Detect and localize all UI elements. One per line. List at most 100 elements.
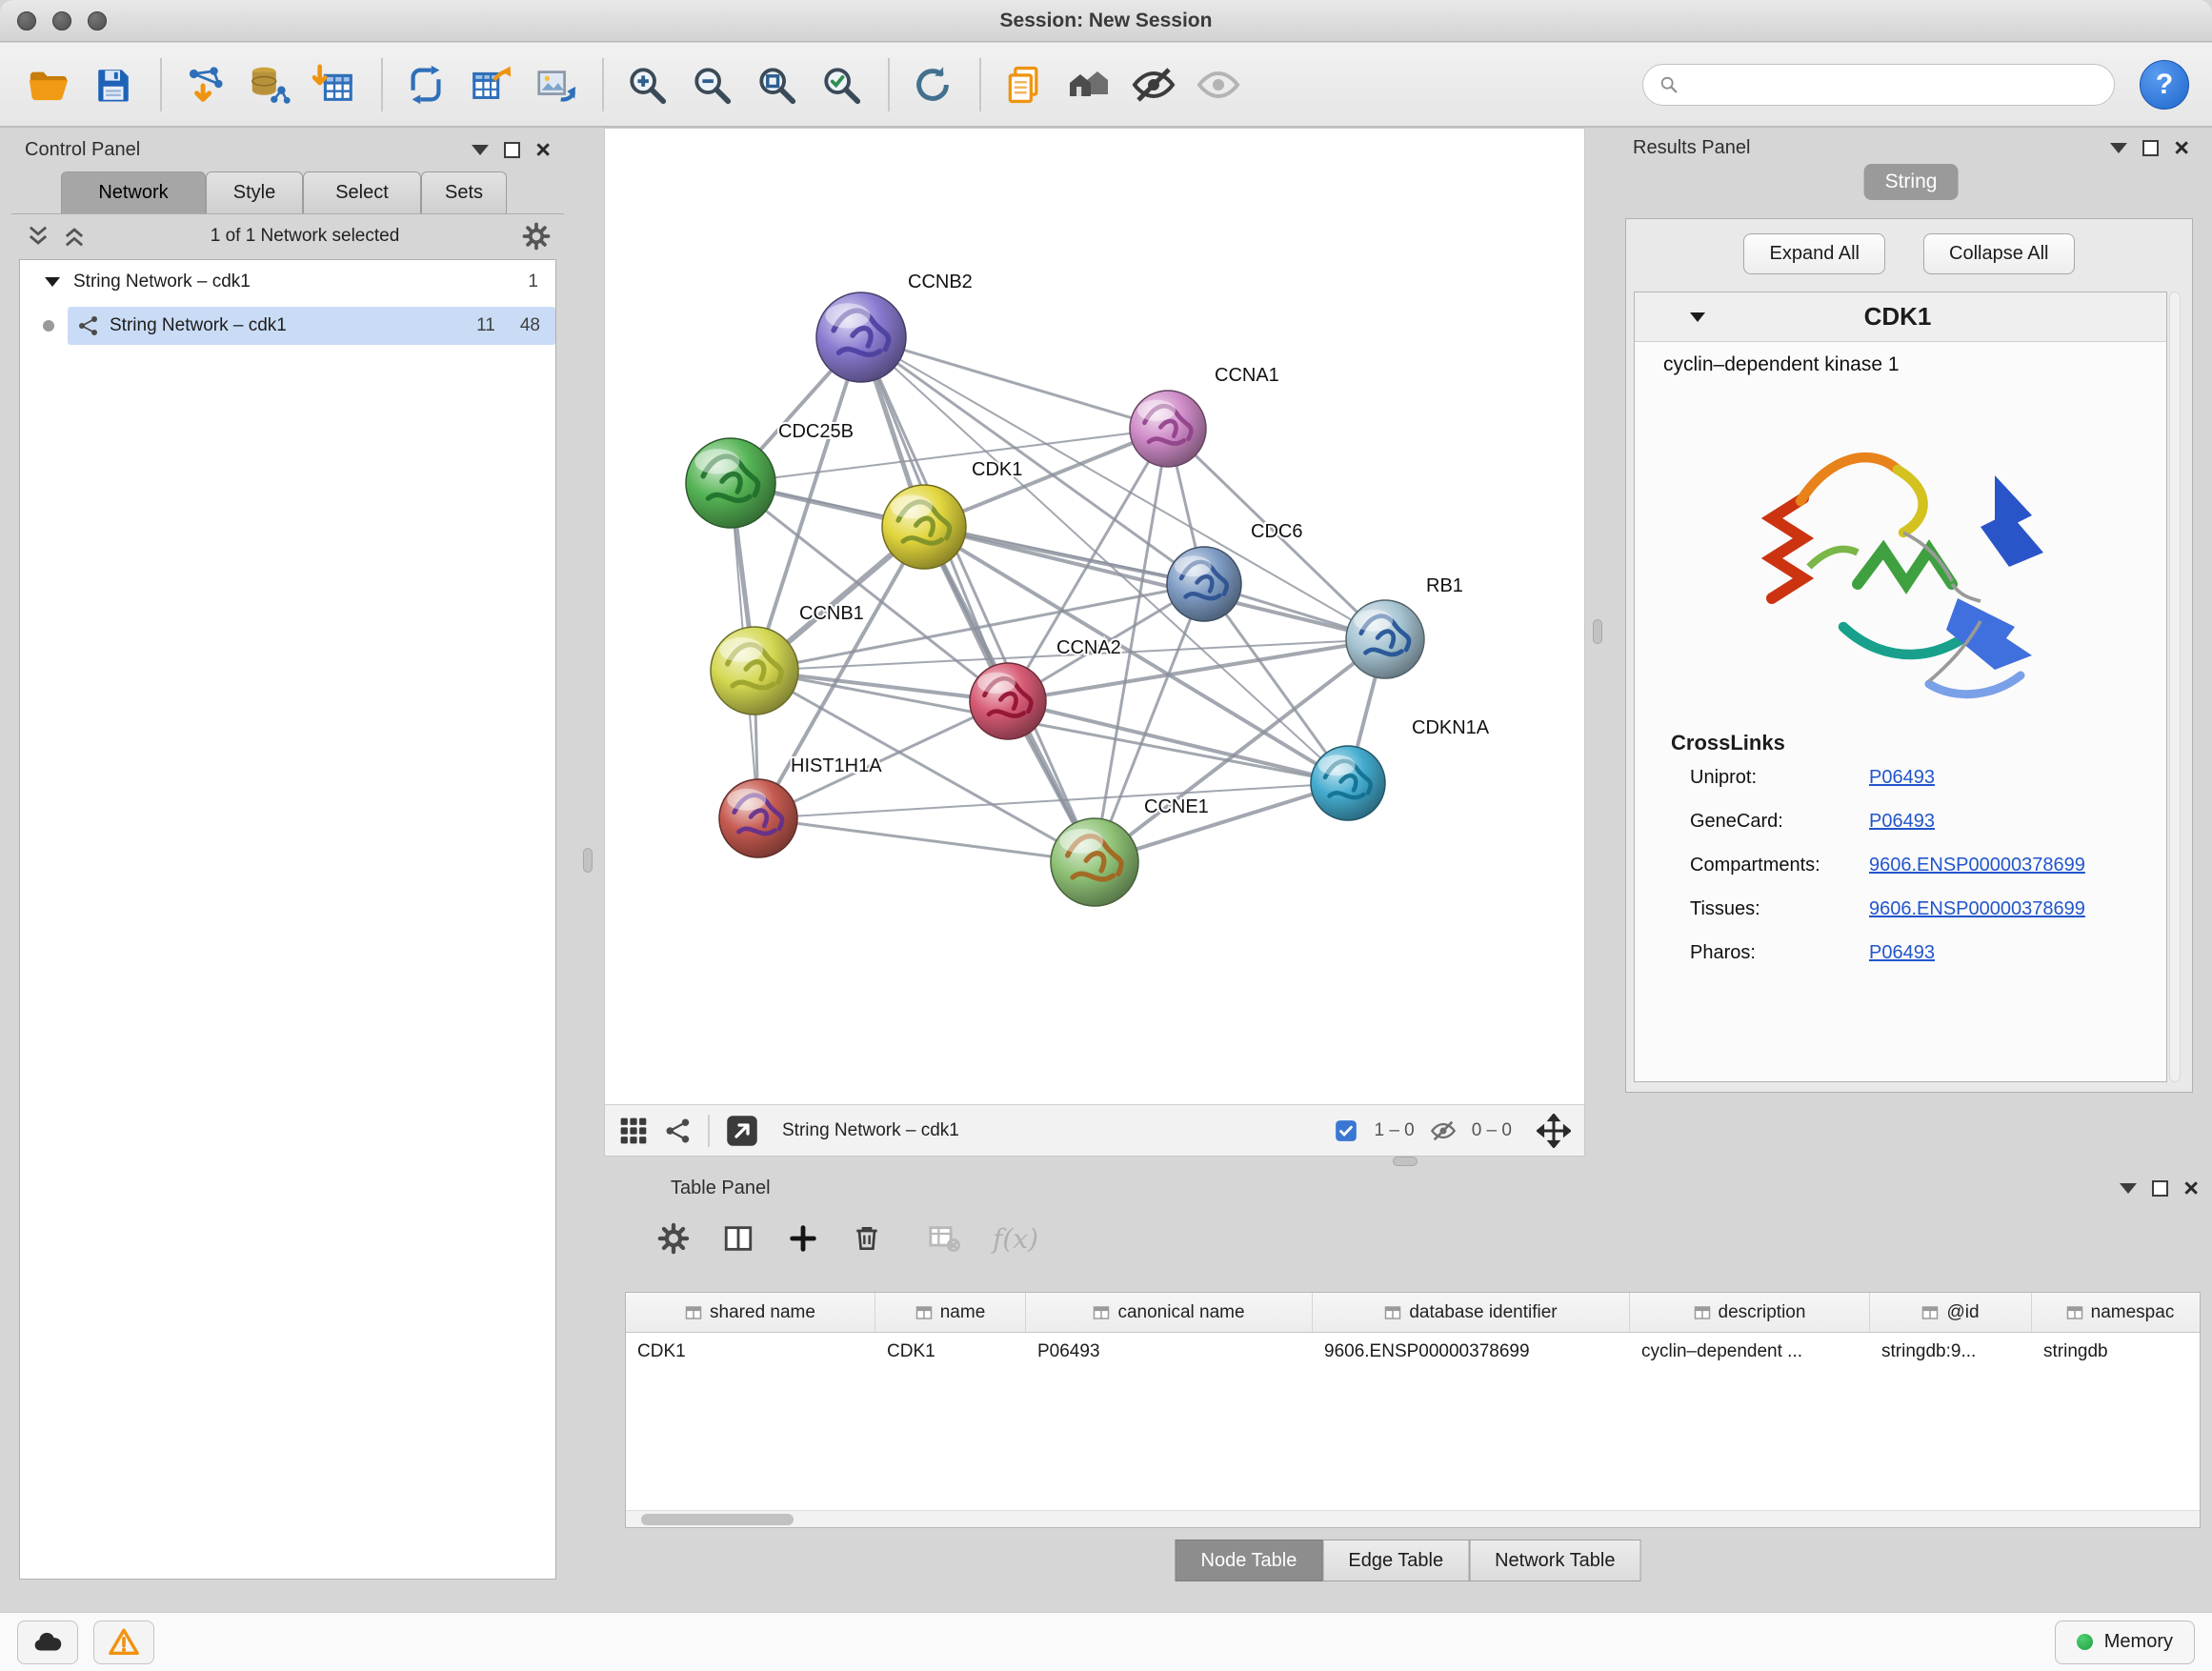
tab-sets[interactable]: Sets xyxy=(421,171,507,213)
apply-layout-button[interactable] xyxy=(907,59,958,111)
add-column-plus-icon[interactable] xyxy=(787,1222,819,1255)
network-node-CDC6[interactable]: CDC6 xyxy=(1167,521,1302,621)
hidden-edges-eye-slash-icon[interactable] xyxy=(1430,1117,1457,1144)
table-cell[interactable]: 9606.ENSP00000378699 xyxy=(1313,1333,1630,1371)
column-header[interactable]: database identifier xyxy=(1313,1293,1630,1332)
scrollbar-thumb[interactable] xyxy=(641,1514,794,1525)
gear-icon[interactable] xyxy=(522,222,551,251)
expand-all-button[interactable]: Expand All xyxy=(1743,233,1885,274)
import-table-button[interactable] xyxy=(309,59,360,111)
export-table-button[interactable] xyxy=(465,59,516,111)
network-node-CCNB2[interactable]: CCNB2 xyxy=(816,272,973,382)
network-node-CCNB1[interactable]: CCNB1 xyxy=(711,603,864,715)
tab-network[interactable]: Network xyxy=(61,171,206,213)
selected-network-item[interactable]: String Network – cdk1 11 48 xyxy=(68,307,555,345)
network-edge[interactable] xyxy=(861,337,1168,429)
network-node-CDKN1A[interactable]: CDKN1A xyxy=(1311,717,1490,820)
tab-node-table[interactable]: Node Table xyxy=(1176,1540,1323,1581)
network-edge[interactable] xyxy=(861,337,1095,862)
network-edge[interactable] xyxy=(924,527,1385,639)
selected-nodes-checkbox-icon[interactable] xyxy=(1334,1118,1358,1143)
table-cell[interactable]: CDK1 xyxy=(626,1333,875,1371)
show-all-networks-button[interactable] xyxy=(1063,59,1115,111)
help-button[interactable]: ? xyxy=(2140,60,2189,110)
export-view-button[interactable] xyxy=(725,1114,759,1148)
minimize-window-button[interactable] xyxy=(52,11,71,30)
import-network-from-file-button[interactable] xyxy=(179,59,231,111)
memory-button[interactable]: Memory xyxy=(2055,1621,2195,1664)
network-node-RB1[interactable]: RB1 xyxy=(1346,575,1463,678)
clone-network-button[interactable] xyxy=(400,59,452,111)
open-session-button[interactable] xyxy=(23,59,74,111)
crosslink-link[interactable]: P06493 xyxy=(1869,811,1935,833)
left-splitter-handle[interactable] xyxy=(583,848,593,873)
collapse-all-button[interactable]: Collapse All xyxy=(1923,233,2075,274)
search-field[interactable] xyxy=(1642,64,2115,106)
table-options-gear-icon[interactable] xyxy=(657,1222,690,1255)
show-columns-icon[interactable] xyxy=(722,1222,754,1255)
column-header[interactable]: description xyxy=(1630,1293,1870,1332)
duplicate-network-button[interactable] xyxy=(998,59,1050,111)
maximize-panel-icon[interactable] xyxy=(2152,1180,2168,1197)
network-edge[interactable] xyxy=(758,818,1095,862)
network-view[interactable]: CCNB2CCNA1CDC25BCDK1CDC6RB1CCNB1CCNA2CDK… xyxy=(604,128,1585,1157)
tab-style[interactable]: Style xyxy=(206,171,303,213)
hide-selected-button[interactable] xyxy=(1128,59,1179,111)
table-cell[interactable]: P06493 xyxy=(1026,1333,1313,1371)
share-network-icon[interactable] xyxy=(664,1117,693,1145)
crosslink-link[interactable]: P06493 xyxy=(1869,767,1935,789)
show-hidden-button[interactable] xyxy=(1193,59,1244,111)
network-node-CCNA1[interactable]: CCNA1 xyxy=(1130,365,1279,467)
tree-expand-caret[interactable] xyxy=(45,277,60,287)
pan-move-icon[interactable] xyxy=(1537,1114,1571,1148)
column-header[interactable]: shared name xyxy=(626,1293,875,1332)
save-session-button[interactable] xyxy=(88,59,139,111)
network-row[interactable]: String Network – cdk1 11 48 xyxy=(20,304,555,348)
network-canvas[interactable]: CCNB2CCNA1CDC25BCDK1CDC6RB1CCNB1CCNA2CDK… xyxy=(605,129,1584,1104)
table-cell[interactable]: cyclin–dependent ... xyxy=(1630,1333,1870,1371)
column-header[interactable]: namespac xyxy=(2032,1293,2201,1332)
network-collection-row[interactable]: String Network – cdk1 1 xyxy=(20,260,555,304)
close-window-button[interactable] xyxy=(17,11,36,30)
close-panel-icon[interactable]: × xyxy=(535,140,551,159)
right-splitter-handle[interactable] xyxy=(1593,619,1602,644)
close-panel-icon[interactable]: × xyxy=(2174,138,2189,157)
tab-edge-table[interactable]: Edge Table xyxy=(1322,1540,1469,1581)
export-image-button[interactable] xyxy=(530,59,581,111)
import-network-from-database-button[interactable] xyxy=(244,59,295,111)
zoom-in-button[interactable] xyxy=(621,59,673,111)
delete-column-trash-icon[interactable] xyxy=(852,1223,882,1254)
table-horizontal-scrollbar[interactable] xyxy=(626,1510,2200,1527)
maximize-panel-icon[interactable] xyxy=(504,142,520,158)
tab-network-table[interactable]: Network Table xyxy=(1469,1540,1640,1581)
bottom-splitter-handle[interactable] xyxy=(1393,1157,1418,1166)
column-header[interactable]: canonical name xyxy=(1026,1293,1313,1332)
zoom-out-button[interactable] xyxy=(686,59,737,111)
table-cell[interactable]: stringdb xyxy=(2032,1333,2201,1371)
table-row[interactable]: CDK1CDK1P064939606.ENSP00000378699cyclin… xyxy=(626,1333,2200,1371)
zoom-fit-button[interactable] xyxy=(751,59,802,111)
cloud-status-button[interactable] xyxy=(17,1621,78,1664)
results-scrollbar[interactable] xyxy=(2169,292,2181,1082)
search-input[interactable] xyxy=(1689,74,2099,95)
crosslink-link[interactable]: P06493 xyxy=(1869,942,1935,964)
float-panel-icon[interactable] xyxy=(472,145,489,155)
network-node-HIST1H1A[interactable]: HIST1H1A xyxy=(719,755,882,857)
expand-all-icon[interactable] xyxy=(61,223,88,250)
zoom-window-button[interactable] xyxy=(88,11,107,30)
zoom-selected-button[interactable] xyxy=(815,59,867,111)
float-panel-icon[interactable] xyxy=(2110,143,2127,153)
tab-select[interactable]: Select xyxy=(303,171,421,213)
warnings-button[interactable] xyxy=(93,1621,154,1664)
network-node-CDK1[interactable]: CDK1 xyxy=(882,459,1022,569)
collapse-all-icon[interactable] xyxy=(25,223,51,250)
float-panel-icon[interactable] xyxy=(2120,1183,2137,1194)
network-node-CCNE1[interactable]: CCNE1 xyxy=(1051,796,1209,906)
birds-eye-view-icon[interactable] xyxy=(618,1116,649,1146)
table-cell[interactable]: CDK1 xyxy=(875,1333,1026,1371)
gene-collapse-caret[interactable] xyxy=(1690,312,1705,322)
crosslink-link[interactable]: 9606.ENSP00000378699 xyxy=(1869,898,2085,920)
close-panel-icon[interactable]: × xyxy=(2183,1178,2199,1198)
table-cell[interactable]: stringdb:9... xyxy=(1870,1333,2032,1371)
column-header[interactable]: @id xyxy=(1870,1293,2032,1332)
